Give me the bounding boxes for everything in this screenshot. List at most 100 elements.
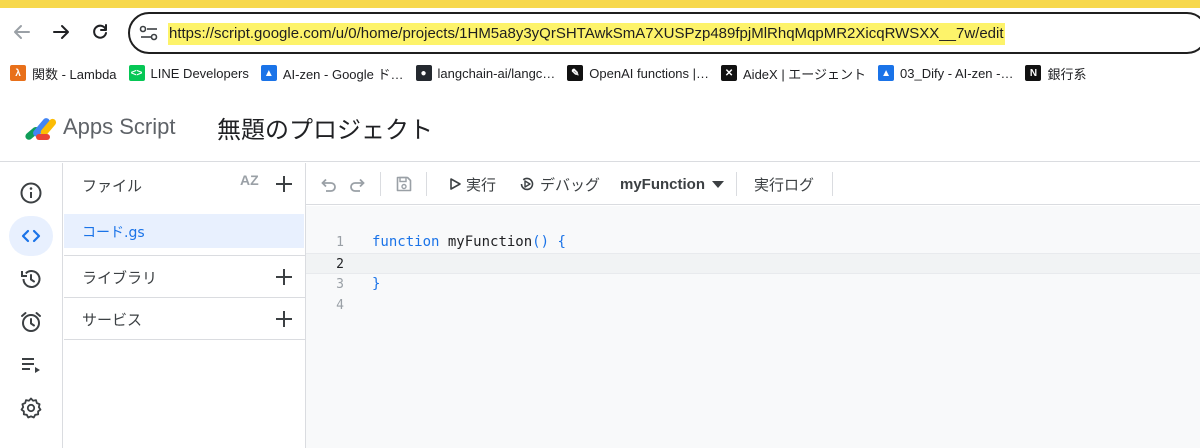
bookmark-label: langchain-ai/langc…: [437, 65, 556, 81]
bookmark-item[interactable]: ▲ 03_Dify - AI-zen -…: [878, 60, 1013, 86]
bookmark-item[interactable]: N 銀行系: [1025, 60, 1087, 86]
browser-accent-strip: [0, 0, 1200, 8]
divider: [64, 297, 306, 298]
execution-log-button[interactable]: 実行ログ: [754, 172, 814, 196]
function-select[interactable]: myFunction: [620, 172, 725, 196]
arrow-left-icon: [14, 25, 30, 39]
code-line[interactable]: 3}: [306, 274, 1200, 295]
rail-settings[interactable]: [9, 388, 53, 428]
redo-button[interactable]: [348, 174, 368, 194]
address-bar[interactable]: https://script.google.com/u/0/home/proje…: [128, 12, 1200, 54]
files-label: ファイル: [82, 177, 143, 195]
line-number: 3: [336, 277, 344, 292]
bookmark-label: AideX | エージェント: [743, 66, 867, 82]
github-icon: ●: [415, 65, 432, 81]
rail-overview[interactable]: [9, 173, 53, 213]
gear-icon: [20, 397, 42, 419]
toolbar-divider: [426, 172, 427, 196]
line-number: 2: [336, 257, 344, 272]
files-header: ファイル AZ: [64, 163, 306, 205]
app-name[interactable]: Apps Script: [63, 114, 176, 140]
info-icon: [20, 182, 42, 204]
code-line[interactable]: 1 function myFunction() {: [306, 232, 1200, 253]
toolbar-divider: [736, 172, 737, 196]
add-file-button[interactable]: [272, 172, 296, 196]
google-drive-icon: ▲: [260, 65, 277, 81]
plus-icon: [276, 176, 292, 192]
function-select-value: myFunction: [620, 175, 705, 193]
bookmark-item[interactable]: λ 関数 - Lambda: [10, 60, 117, 86]
apps-script-logo-icon[interactable]: [22, 110, 58, 142]
bookmark-label: 関数 - Lambda: [32, 66, 117, 82]
libraries-label: ライブラリ: [82, 269, 158, 287]
debug-button[interactable]: デバッグ: [518, 172, 600, 196]
project-title[interactable]: 無題のプロジェクト: [217, 110, 433, 145]
bookmark-item[interactable]: ▲ AI-zen - Google ド…: [260, 60, 404, 86]
reload-icon: [93, 24, 107, 39]
left-rail: [0, 163, 63, 448]
divider: [64, 255, 306, 256]
rail-triggers[interactable]: [9, 302, 53, 342]
divider: [64, 339, 306, 340]
google-drive-icon: ▲: [878, 65, 895, 81]
arrow-right-icon: [53, 25, 69, 39]
play-icon: [450, 178, 461, 190]
code-text: }: [372, 274, 380, 295]
bookmark-item[interactable]: <> LINE Developers: [128, 60, 249, 86]
run-label: 実行: [466, 175, 497, 194]
bookmark-label: 銀行系: [1047, 66, 1087, 82]
code-icon: [21, 229, 41, 243]
save-button[interactable]: [394, 174, 414, 194]
url-text[interactable]: https://script.google.com/u/0/home/proje…: [168, 23, 1005, 45]
notion-icon: N: [1025, 65, 1042, 81]
bookmark-item[interactable]: ✕ AideX | エージェント: [721, 60, 866, 86]
add-library-button[interactable]: [272, 265, 296, 289]
alarm-icon: [21, 312, 41, 332]
back-button[interactable]: [8, 18, 36, 46]
bookmark-label: LINE Developers: [150, 65, 249, 81]
services-label: サービス: [82, 311, 143, 329]
files-panel: ファイル AZ コード.gs ライブラリ サービス: [64, 163, 306, 448]
bookmark-label: AI-zen - Google ド…: [282, 66, 404, 82]
debug-label: デバッグ: [540, 175, 601, 194]
openai-icon: ✎: [567, 65, 584, 81]
plus-icon: [276, 269, 292, 285]
bookmark-item[interactable]: ✎ OpenAI functions |…: [567, 60, 709, 86]
code-identifier: myFunction: [439, 234, 533, 250]
run-button[interactable]: 実行: [448, 172, 496, 196]
playlist-play-icon: [22, 358, 40, 373]
toolbar-divider: [832, 172, 833, 196]
code-punctuation: () {: [532, 234, 566, 250]
rail-versions[interactable]: [9, 259, 53, 299]
code-line[interactable]: 4: [306, 295, 1200, 316]
save-icon: [396, 176, 412, 192]
undo-button[interactable]: [318, 174, 338, 194]
app-header: Apps Script 無題のプロジェクト: [0, 92, 1200, 162]
code-line[interactable]: 2: [306, 253, 1200, 274]
code-editor[interactable]: 1 function myFunction() {2 3} 4: [306, 206, 1200, 448]
plus-icon: [276, 311, 292, 327]
add-service-button[interactable]: [272, 307, 296, 331]
rail-editor[interactable]: [9, 216, 53, 256]
line-icon: <>: [128, 65, 145, 81]
redo-icon: [350, 178, 365, 192]
rail-executions[interactable]: [9, 345, 53, 385]
sort-az-icon[interactable]: AZ: [240, 172, 259, 188]
history-icon: [21, 270, 41, 288]
code-text: function myFunction() {: [372, 232, 566, 253]
caret-down-icon: [712, 181, 724, 188]
undo-icon: [321, 178, 336, 192]
file-item-code-gs[interactable]: コード.gs: [64, 214, 304, 248]
forward-button[interactable]: [47, 18, 75, 46]
site-info-icon[interactable]: [138, 23, 162, 43]
line-number: 1: [336, 235, 344, 250]
debug-icon: [520, 177, 534, 191]
execution-log-label: 実行ログ: [754, 175, 815, 194]
code-punctuation: }: [372, 276, 381, 292]
bookmark-item[interactable]: ● langchain-ai/langc…: [415, 60, 556, 86]
bookmarks-bar: λ 関数 - Lambda <> LINE Developers ▲ AI-zen - G…: [0, 58, 1200, 88]
bookmark-label: 03_Dify - AI-zen -…: [900, 65, 1014, 81]
reload-button[interactable]: [86, 18, 114, 46]
file-item-label: コード.gs: [82, 225, 145, 241]
browser-toolbar: https://script.google.com/u/0/home/proje…: [0, 8, 1200, 58]
